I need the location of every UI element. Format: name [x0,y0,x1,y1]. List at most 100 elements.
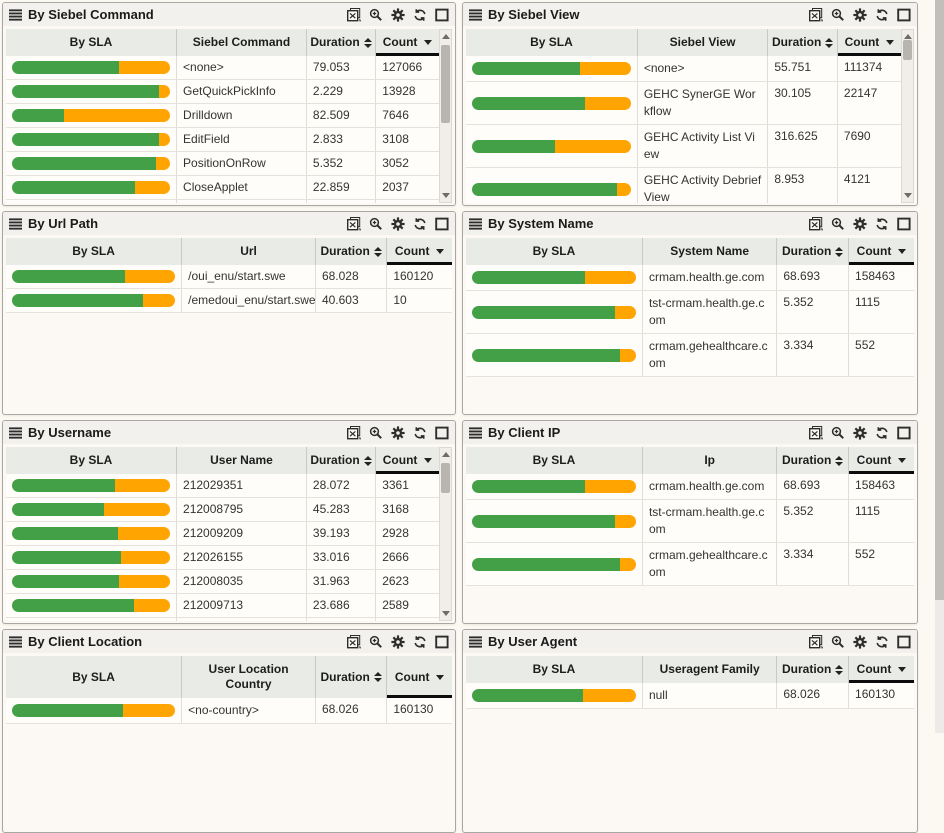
maximize-icon[interactable] [897,217,911,231]
column-header-count[interactable]: Count [849,447,914,474]
column-header-duration[interactable]: Duration [777,238,849,265]
maximize-icon[interactable] [435,8,449,22]
scroll-down-icon[interactable] [442,611,450,616]
zoom-in-icon[interactable] [831,217,845,231]
column-header-count[interactable]: Count [376,29,439,56]
table-row[interactable]: 21202935128.0723361 [6,474,439,498]
table-row[interactable]: Drilldown82.5097646 [6,104,439,128]
settings-icon[interactable] [853,8,867,22]
column-header-name[interactable]: User Name [177,447,307,474]
column-header-count[interactable]: Count [849,656,914,683]
column-header-count[interactable]: Count [387,656,452,698]
refresh-icon[interactable] [875,426,889,440]
table-row[interactable]: GetQuickPickInfo2.22913928 [6,80,439,104]
column-header-count[interactable]: Count [376,447,439,474]
column-header-count[interactable]: Count [838,29,901,56]
column-header-by-sla[interactable]: By SLA [6,29,177,56]
settings-icon[interactable] [853,426,867,440]
export-image-icon[interactable] [809,426,823,440]
refresh-icon[interactable] [413,8,427,22]
zoom-in-icon[interactable] [369,426,383,440]
export-image-icon[interactable] [347,426,361,440]
zoom-in-icon[interactable] [369,217,383,231]
maximize-icon[interactable] [897,426,911,440]
column-header-count[interactable]: Count [849,238,914,265]
column-header-by-sla[interactable]: By SLA [6,238,182,265]
refresh-icon[interactable] [413,426,427,440]
table-row[interactable]: /oui_enu/start.swe68.028160120 [6,265,452,289]
maximize-icon[interactable] [435,217,449,231]
column-header-name[interactable]: Useragent Family [643,656,777,683]
table-scrollbar[interactable] [439,447,452,621]
table-row[interactable]: 21202615533.0162666 [6,546,439,570]
column-header-name[interactable]: Siebel View [638,29,769,56]
column-header-by-sla[interactable]: By SLA [466,656,643,683]
table-row[interactable]: 21200920939.1932928 [6,522,439,546]
table-row[interactable]: EditField2.8333108 [6,128,439,152]
column-header-name[interactable]: Ip [643,447,777,474]
table-row[interactable]: PositionOnRow5.3523052 [6,152,439,176]
column-header-name[interactable]: User Location Country [182,656,316,698]
table-row[interactable]: <none>55.751111374 [466,56,901,82]
table-scrollbar[interactable] [439,29,452,203]
maximize-icon[interactable] [435,426,449,440]
column-header-by-sla[interactable]: By SLA [466,447,643,474]
settings-icon[interactable] [853,217,867,231]
scroll-down-icon[interactable] [904,193,912,198]
settings-icon[interactable] [391,635,405,649]
table-row[interactable]: tst-crmam.health.ge.com5.3521115 [466,291,914,334]
export-image-icon[interactable] [347,217,361,231]
column-header-name[interactable]: System Name [643,238,777,265]
export-image-icon[interactable] [809,217,823,231]
table-row[interactable]: 21200803531.9632623 [6,570,439,594]
maximize-icon[interactable] [435,635,449,649]
column-header-by-sla[interactable]: By SLA [6,656,182,698]
column-header-name[interactable]: Siebel Command [177,29,307,56]
column-header-by-sla[interactable]: By SLA [466,29,638,56]
scroll-thumb[interactable] [441,463,450,493]
column-header-duration[interactable]: Duration [768,29,838,56]
table-row[interactable]: 21200879545.2833168 [6,498,439,522]
zoom-in-icon[interactable] [369,8,383,22]
table-row[interactable]: NewQuery1.9611981 [6,200,439,203]
column-header-name[interactable]: Url [182,238,316,265]
scroll-thumb[interactable] [903,40,912,60]
scroll-thumb[interactable] [441,45,450,123]
table-row[interactable]: GEHC Activity List View316.6257690 [466,125,901,168]
table-row[interactable]: crmam.health.ge.com68.693158463 [466,474,914,500]
column-header-duration[interactable]: Duration [777,656,849,683]
zoom-in-icon[interactable] [831,8,845,22]
export-image-icon[interactable] [809,8,823,22]
maximize-icon[interactable] [897,8,911,22]
settings-icon[interactable] [391,8,405,22]
column-header-duration[interactable]: Duration [307,447,376,474]
table-row[interactable]: tst-crmam.health.ge.com5.3521115 [466,500,914,543]
refresh-icon[interactable] [413,635,427,649]
refresh-icon[interactable] [875,217,889,231]
column-header-duration[interactable]: Duration [316,656,387,698]
table-row[interactable]: 21200971323.6862589 [6,594,439,618]
column-header-by-sla[interactable]: By SLA [466,238,643,265]
zoom-in-icon[interactable] [369,635,383,649]
export-image-icon[interactable] [347,635,361,649]
scroll-up-icon[interactable] [442,34,450,39]
export-image-icon[interactable] [809,635,823,649]
table-row[interactable]: crmam.gehealthcare.com3.334552 [466,543,914,586]
column-header-duration[interactable]: Duration [307,29,376,56]
column-header-by-sla[interactable]: By SLA [6,447,177,474]
table-row[interactable]: crmam.gehealthcare.com3.334552 [466,334,914,377]
scroll-up-icon[interactable] [442,452,450,457]
refresh-icon[interactable] [875,8,889,22]
table-row[interactable]: <none>79.053127066 [6,56,439,80]
table-row[interactable]: <no-country>68.026160130 [6,698,452,724]
scroll-up-icon[interactable] [904,34,912,39]
table-row[interactable]: CloseApplet22.8592037 [6,176,439,200]
table-row[interactable]: GEHC SynerGE Workflow30.10522147 [466,82,901,125]
table-row[interactable]: null68.026160130 [466,683,914,709]
page-scrollbar[interactable] [935,0,944,733]
export-image-icon[interactable] [347,8,361,22]
column-header-duration[interactable]: Duration [316,238,387,265]
maximize-icon[interactable] [897,635,911,649]
table-row[interactable]: 21202571925.3672316 [6,618,439,621]
settings-icon[interactable] [853,635,867,649]
